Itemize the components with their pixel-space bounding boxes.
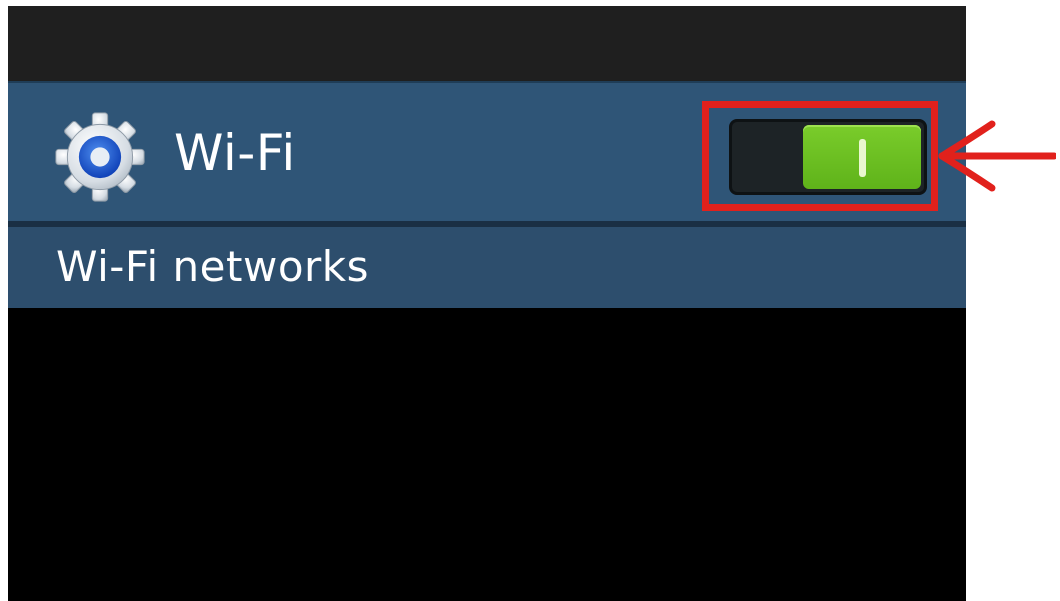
phone-screen: Wi-Fi Wi-Fi networks bbox=[8, 6, 966, 601]
wifi-setting-row[interactable]: Wi-Fi bbox=[8, 81, 966, 223]
left-arrow-icon bbox=[938, 120, 1056, 192]
networks-label: Wi-Fi networks bbox=[56, 242, 369, 291]
toggle-knob[interactable] bbox=[803, 125, 921, 189]
wifi-label: Wi-Fi bbox=[174, 124, 296, 182]
section-header: Wi-Fi networks bbox=[8, 227, 966, 308]
toggle-grip bbox=[859, 139, 866, 177]
screenshot-canvas: Wi-Fi Wi-Fi networks bbox=[0, 0, 1060, 601]
highlight-box bbox=[702, 101, 938, 211]
wifi-toggle[interactable] bbox=[729, 119, 927, 195]
status-bar bbox=[8, 6, 966, 81]
gear-icon bbox=[55, 112, 145, 202]
